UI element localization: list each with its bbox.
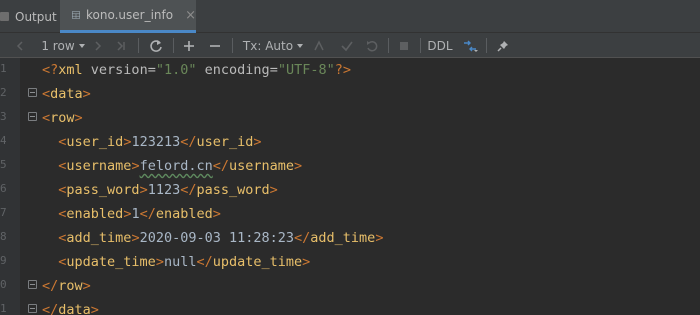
toolbar-separator	[138, 38, 139, 53]
toolbar-separator	[232, 38, 233, 53]
tx-mode-dropdown[interactable]: Tx: Auto	[242, 33, 304, 58]
tx-label: Tx: Auto	[242, 38, 294, 53]
field-value: felord.cn	[139, 158, 213, 174]
line-number: 4	[0, 134, 6, 147]
field-open-tag: pass_word	[66, 182, 140, 198]
table-icon	[72, 11, 80, 19]
xml-version: 1.0	[163, 62, 189, 78]
root-close-tag: data	[58, 302, 91, 315]
code-line-11: </data>	[42, 298, 99, 315]
line-number: 9	[0, 254, 6, 267]
xml-encoding: UTF-8	[285, 62, 327, 78]
field-close-tag: add_time	[310, 230, 376, 246]
line-number: 1	[0, 302, 6, 315]
toolbar-separator	[173, 38, 174, 53]
line-number: 0	[0, 278, 6, 291]
line-number-gutter: 1 2 3 4 5 6 7 8 9 0 1	[0, 58, 20, 315]
code-line-7: <enabled>1</enabled>	[58, 206, 221, 222]
code-line-6: <pass_word>1123</pass_word>	[58, 182, 278, 198]
line-number: 7	[0, 206, 6, 219]
field-open-tag: update_time	[66, 254, 156, 270]
ddl-button[interactable]: DDL	[427, 33, 453, 58]
line-number: 1	[0, 62, 6, 75]
toolbar-separator	[486, 38, 487, 53]
field-value: 123213	[131, 134, 181, 150]
prev-icon[interactable]	[12, 33, 28, 58]
rollback-icon[interactable]	[363, 33, 381, 58]
arrange-icon[interactable]	[460, 33, 480, 58]
commit-icon[interactable]	[338, 33, 356, 58]
line-number: 8	[0, 230, 6, 243]
code-line-9: <update_time>null</update_time>	[58, 254, 311, 270]
add-row-icon[interactable]	[180, 33, 198, 58]
field-value: 1123	[147, 182, 181, 198]
field-open-tag: user_id	[66, 134, 124, 150]
row-close-tag: row	[58, 278, 83, 294]
line-number: 3	[0, 110, 6, 123]
code-line-5: <username>felord.cn</username>	[58, 158, 303, 174]
rows-label: 1 row	[41, 38, 75, 53]
line-number: 6	[0, 182, 6, 195]
code-line-2: <data>	[42, 86, 91, 102]
tab-output-label: Output	[15, 9, 57, 24]
output-icon	[0, 12, 9, 21]
close-icon[interactable]: ×	[185, 8, 196, 23]
ddl-label: DDL	[427, 38, 453, 53]
fold-marker[interactable]	[28, 304, 37, 313]
rows-dropdown[interactable]: 1 row	[38, 33, 88, 58]
line-number: 2	[0, 86, 6, 99]
field-close-tag: pass_word	[196, 182, 270, 198]
tab-user-info[interactable]: kono.user_info ×	[60, 0, 196, 33]
fold-marker[interactable]	[28, 88, 37, 97]
tab-output[interactable]: Output	[0, 0, 57, 33]
toolbar-separator	[420, 38, 421, 53]
compare-icon[interactable]	[310, 33, 328, 58]
field-close-tag: enabled	[155, 206, 213, 222]
field-open-tag: add_time	[66, 230, 132, 246]
tab-user-info-label: kono.user_info	[86, 8, 174, 22]
next-icon[interactable]	[90, 33, 106, 58]
last-icon[interactable]	[113, 33, 129, 58]
line-number: 5	[0, 158, 6, 171]
field-value: 2020-09-03 11:28:23	[139, 230, 295, 246]
row-open-tag: row	[50, 110, 75, 126]
code-line-10: </row>	[42, 278, 91, 294]
field-close-tag: update_time	[212, 254, 303, 270]
code-line-3: <row>	[42, 110, 83, 126]
toolbar-separator	[388, 38, 389, 53]
root-open-tag: data	[50, 86, 83, 102]
code-line-1: <?xml version="1.0" encoding="UTF-8"?>	[42, 62, 352, 78]
xml-editor[interactable]: 1 2 3 4 5 6 7 8 9 0 1 <?xml version="1.0…	[0, 58, 700, 315]
refresh-icon[interactable]	[146, 33, 166, 58]
field-value: 1	[131, 206, 140, 222]
tab-bar: Output kono.user_info ×	[0, 0, 700, 33]
field-close-tag: username	[229, 158, 295, 174]
fold-marker[interactable]	[28, 280, 37, 289]
code-line-4: <user_id>123213</user_id>	[58, 134, 262, 150]
pin-icon[interactable]	[494, 33, 512, 58]
field-close-tag: user_id	[196, 134, 254, 150]
field-value: null	[163, 254, 197, 270]
result-toolbar: 1 row Tx: Auto DDL	[0, 33, 700, 58]
field-open-tag: enabled	[66, 206, 124, 222]
stop-icon[interactable]	[395, 33, 413, 58]
field-open-tag: username	[66, 158, 132, 174]
code-line-8: <add_time>2020-09-03 11:28:23</add_time>	[58, 230, 384, 246]
fold-marker[interactable]	[28, 112, 37, 121]
delete-row-icon[interactable]	[206, 33, 224, 58]
